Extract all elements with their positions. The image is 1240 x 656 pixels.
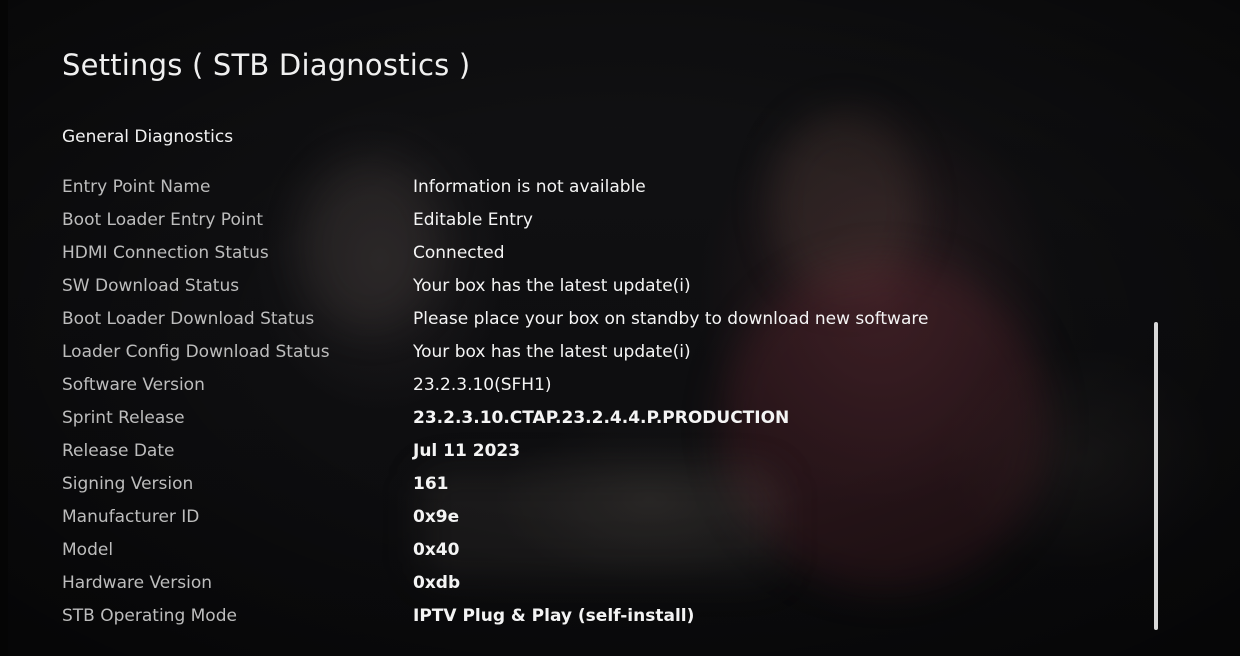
diagnostics-row-loader-config-download-status: Loader Config Download Status Your box h… <box>62 335 1122 368</box>
row-label: Loader Config Download Status <box>62 341 330 362</box>
diagnostics-row-sprint-release: Sprint Release 23.2.3.10.CTAP.23.2.4.4.P… <box>62 401 1122 434</box>
scrollbar[interactable] <box>1154 322 1158 630</box>
diagnostics-row-hdmi-connection-status: HDMI Connection Status Connected <box>62 236 1122 269</box>
row-label: Manufacturer ID <box>62 506 200 527</box>
diagnostics-row-model: Model 0x40 <box>62 533 1122 566</box>
row-label: Release Date <box>62 440 175 461</box>
row-label: Software Version <box>62 374 205 395</box>
row-value: Your box has the latest update(i) <box>413 341 691 362</box>
diagnostics-row-release-date: Release Date Jul 11 2023 <box>62 434 1122 467</box>
diagnostics-row-entry-point-name: Entry Point Name Information is not avai… <box>62 170 1122 203</box>
row-label: Sprint Release <box>62 407 185 428</box>
row-value: Jul 11 2023 <box>413 440 521 461</box>
diagnostics-row-manufacturer-id: Manufacturer ID 0x9e <box>62 500 1122 533</box>
diagnostics-row-sw-download-status: SW Download Status Your box has the late… <box>62 269 1122 302</box>
section-title: General Diagnostics <box>62 127 234 147</box>
row-label: SW Download Status <box>62 275 240 296</box>
row-label: Boot Loader Entry Point <box>62 209 264 230</box>
row-label: Model <box>62 539 114 560</box>
diagnostics-screen: Settings ( STB Diagnostics ) General Dia… <box>0 0 1240 656</box>
diagnostics-list[interactable]: Entry Point Name Information is not avai… <box>62 170 1122 632</box>
row-value: 23.2.3.10(SFH1) <box>413 374 552 395</box>
row-value: 161 <box>413 473 449 494</box>
row-value: Your box has the latest update(i) <box>413 275 691 296</box>
diagnostics-row-boot-loader-entry-point: Boot Loader Entry Point Editable Entry <box>62 203 1122 236</box>
row-label: Hardware Version <box>62 572 212 593</box>
row-value: Editable Entry <box>413 209 533 230</box>
row-value: Please place your box on standby to down… <box>413 308 929 329</box>
row-value: 0x40 <box>413 539 460 560</box>
row-label: Signing Version <box>62 473 194 494</box>
page-title: Settings ( STB Diagnostics ) <box>62 48 471 82</box>
row-label: Boot Loader Download Status <box>62 308 315 329</box>
diagnostics-row-hardware-version: Hardware Version 0xdb <box>62 566 1122 599</box>
row-label: Entry Point Name <box>62 176 211 197</box>
row-value: IPTV Plug & Play (self-install) <box>413 605 695 626</box>
row-label: HDMI Connection Status <box>62 242 269 263</box>
diagnostics-row-software-version: Software Version 23.2.3.10(SFH1) <box>62 368 1122 401</box>
row-value: 0x9e <box>413 506 460 527</box>
diagnostics-row-signing-version: Signing Version 161 <box>62 467 1122 500</box>
screen-edge <box>0 0 8 656</box>
row-value: Connected <box>413 242 505 263</box>
row-label: STB Operating Mode <box>62 605 237 626</box>
row-value: 0xdb <box>413 572 461 593</box>
row-value: Information is not available <box>413 176 646 197</box>
diagnostics-row-boot-loader-download-status: Boot Loader Download Status Please place… <box>62 302 1122 335</box>
diagnostics-row-stb-operating-mode: STB Operating Mode IPTV Plug & Play (sel… <box>62 599 1122 632</box>
row-value: 23.2.3.10.CTAP.23.2.4.4.P.PRODUCTION <box>413 407 790 428</box>
